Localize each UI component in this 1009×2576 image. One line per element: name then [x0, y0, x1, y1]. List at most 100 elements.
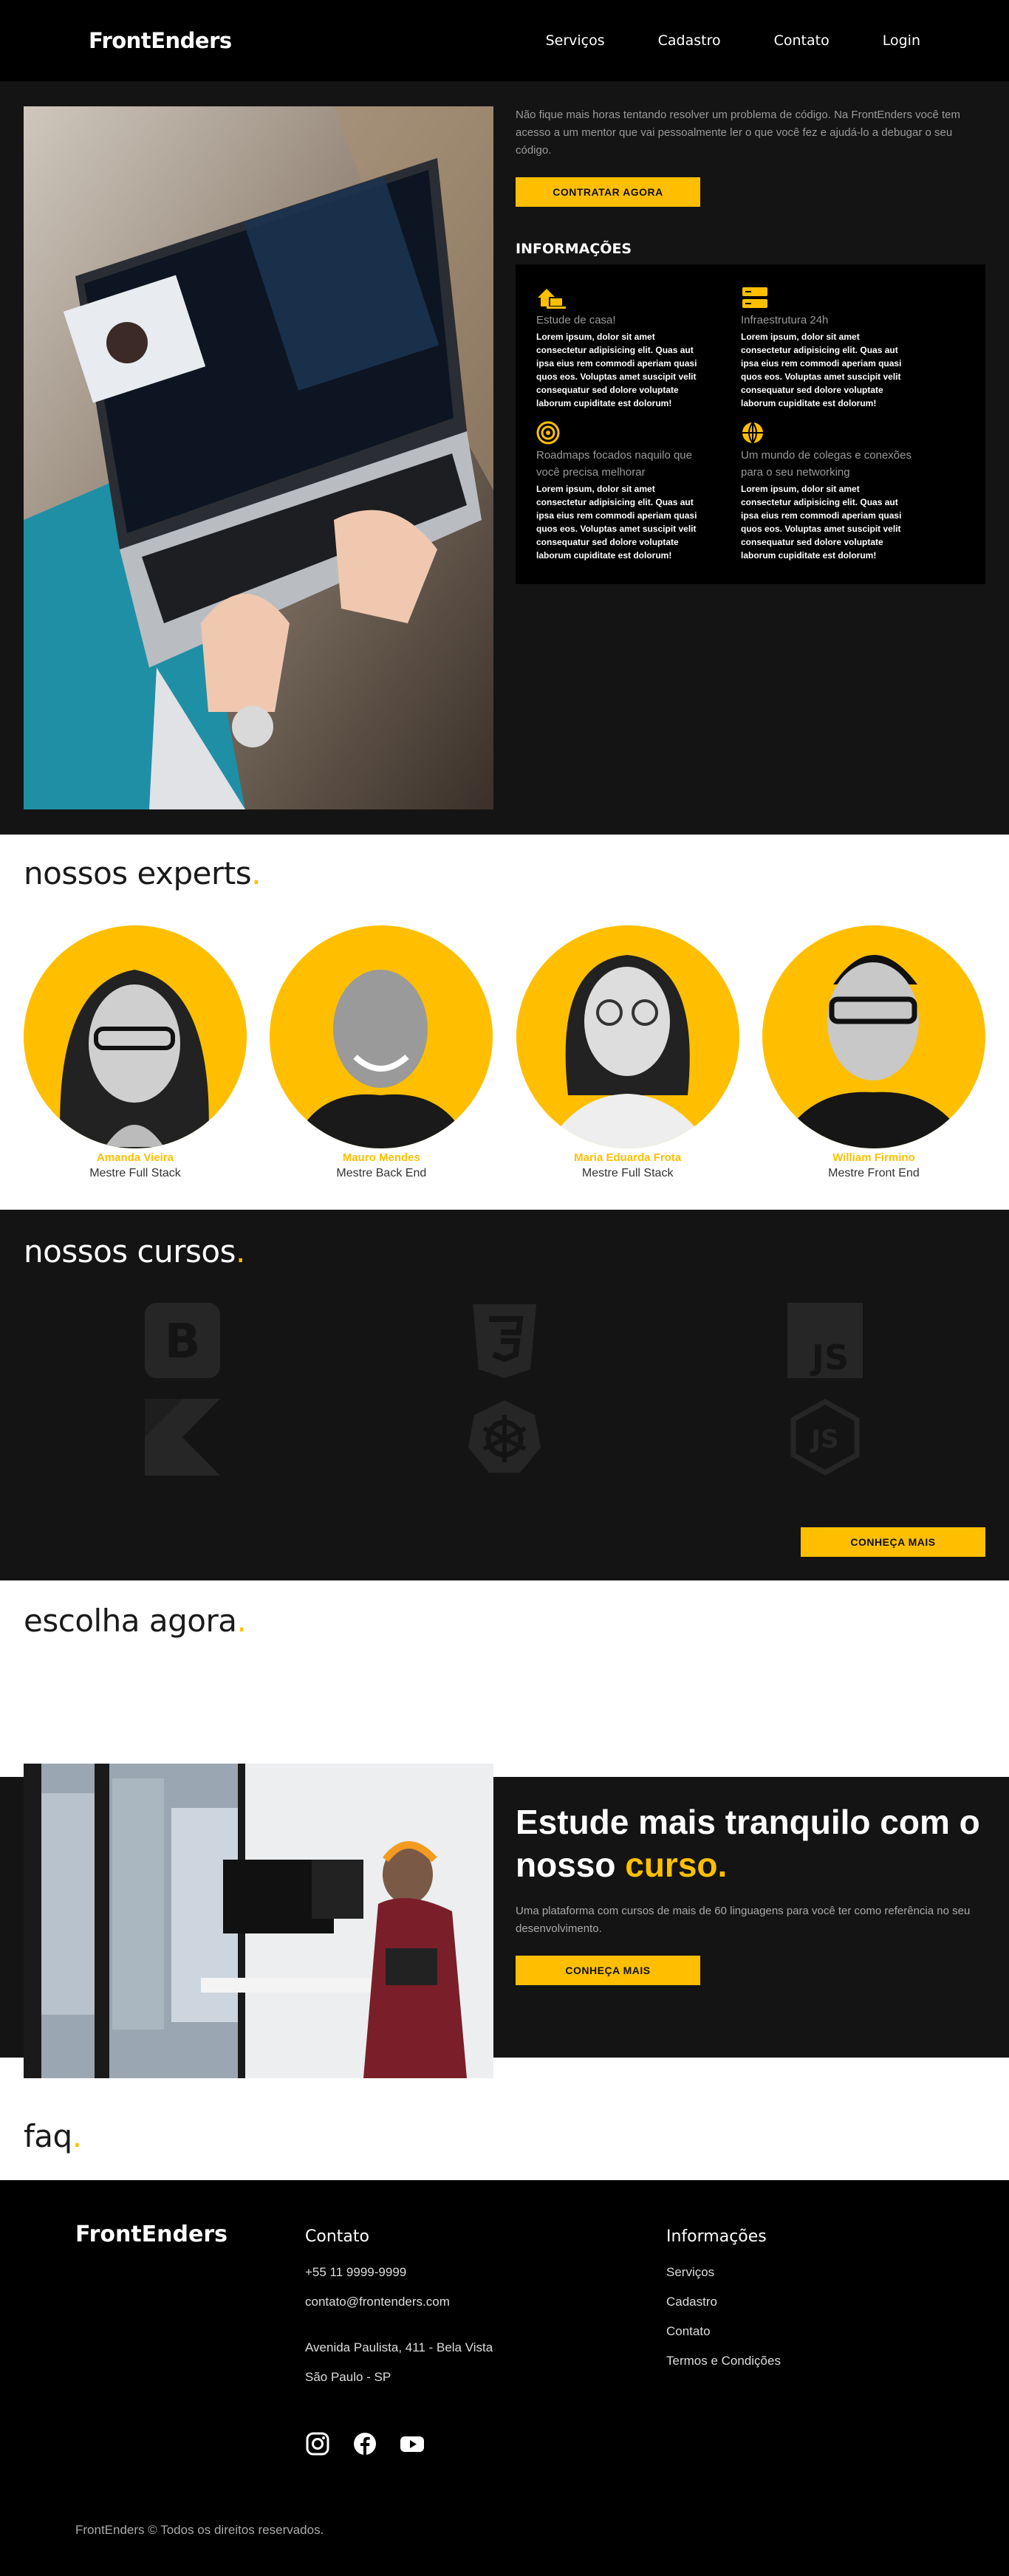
main-nav: Serviços Cadastro Contato Login: [546, 32, 920, 49]
courses-title-text: nossos cursos: [24, 1233, 236, 1270]
info-item-estude: Estude de casa! Lorem ipsum, dolor sit a…: [536, 285, 741, 410]
footer-contact-title: Contato: [305, 2227, 369, 2246]
study-title: Estude mais tranquilo com o nosso curso.: [516, 1801, 988, 1886]
conheca-mais-study-button[interactable]: CONHEÇA MAIS: [516, 1956, 700, 1985]
hero-laptop-photo: [24, 106, 493, 809]
expert-card[interactable]: William Firmino Mestre Front End: [762, 925, 985, 1180]
title-dot: .: [251, 855, 261, 891]
nodejs-icon[interactable]: JS: [787, 1398, 863, 1476]
info-item-desc: Lorem ipsum, dolor sit amet consectetur …: [741, 484, 902, 561]
expert-role: Mestre Back End: [336, 1167, 427, 1179]
experts-title-text: nossos experts: [24, 855, 252, 891]
study-title-highlight: curso.: [625, 1846, 728, 1884]
facebook-icon[interactable]: [352, 2431, 377, 2456]
footer-contact: Contato +55 11 9999-9999 contato@fronten…: [305, 2227, 493, 2399]
copyright-text: FrontEnders © Todos os direitos reservad…: [75, 2523, 324, 2537]
footer-address-line2: São Paulo - SP: [305, 2370, 391, 2384]
faq-title-text: faq: [24, 2118, 72, 2154]
target-icon: [536, 420, 566, 445]
nav-link-cadastro[interactable]: Cadastro: [658, 32, 721, 49]
info-item-desc: Lorem ipsum, dolor sit amet consectetur …: [536, 332, 697, 408]
expert-photo: [24, 925, 247, 1148]
courses-section: nossos cursos. B JS JS CONHEÇA MAIS: [0, 1210, 1009, 1580]
expert-card[interactable]: Amanda Vieira Mestre Full Stack: [24, 925, 247, 1180]
courses-title: nossos cursos.: [24, 1233, 985, 1270]
nav-link-contato[interactable]: Contato: [774, 32, 830, 49]
footer: FrontEnders Contato +55 11 9999-9999 con…: [0, 2180, 1009, 2576]
footer-brand[interactable]: FrontEnders: [75, 2222, 228, 2247]
faq-title: faq.: [24, 2118, 985, 2154]
bootstrap-icon[interactable]: B: [145, 1303, 220, 1380]
server-icon: [741, 285, 770, 310]
expert-name: Amanda Vieira: [97, 1151, 174, 1164]
expert-role: Mestre Full Stack: [581, 1167, 674, 1179]
svg-text:JS: JS: [810, 1425, 838, 1454]
info-item-desc: Lorem ipsum, dolor sit amet consectetur …: [741, 332, 902, 408]
experts-title: nossos experts.: [24, 855, 985, 891]
youtube-icon[interactable]: [400, 2431, 425, 2456]
hero-content: Não fique mais horas tentando resolver u…: [516, 106, 985, 835]
expert-role: Mestre Full Stack: [89, 1167, 181, 1179]
info-item-desc: Lorem ipsum, dolor sit amet consectetur …: [536, 484, 697, 561]
title-dot: .: [236, 1603, 247, 1639]
footer-link-servicos[interactable]: Serviços: [666, 2265, 781, 2280]
brand-logo[interactable]: FrontEnders: [89, 28, 232, 53]
home-laptop-icon: [536, 285, 566, 310]
nav-link-servicos[interactable]: Serviços: [546, 32, 605, 49]
footer-link-contato[interactable]: Contato: [666, 2324, 781, 2339]
escolha-title: escolha agora.: [24, 1603, 985, 1639]
expert-name: Maria Eduarda Frota: [574, 1151, 682, 1164]
experts-section: nossos experts. Amanda Vieira Mestre Ful…: [0, 835, 1009, 1210]
info-item-title: Um mundo de colegas e conexões para o se…: [741, 449, 911, 479]
experts-grid: Amanda Vieira Mestre Full Stack Mauro Me…: [24, 925, 985, 1180]
info-grid: Estude de casa! Lorem ipsum, dolor sit a…: [516, 264, 985, 584]
globe-icon: [741, 420, 770, 445]
css3-icon[interactable]: [467, 1303, 542, 1380]
hero-description: Não fique mais horas tentando resolver u…: [516, 109, 960, 157]
expert-name: William Firmino: [832, 1151, 915, 1164]
footer-phone[interactable]: +55 11 9999-9999: [305, 2265, 493, 2280]
title-dot: .: [72, 2118, 82, 2154]
expert-photo: [270, 925, 493, 1148]
info-item-roadmaps: Roadmaps focados naquilo que você precis…: [536, 420, 741, 562]
study-section: Estude mais tranquilo com o nosso curso.…: [0, 1764, 1009, 2078]
javascript-icon[interactable]: JS: [787, 1303, 863, 1380]
instagram-icon[interactable]: [305, 2431, 330, 2456]
footer-link-cadastro[interactable]: Cadastro: [666, 2295, 781, 2309]
info-title: INFORMAÇÕES: [516, 241, 632, 257]
title-dot: .: [235, 1233, 245, 1270]
faq-section: faq.: [0, 2078, 1009, 2180]
footer-info: Informações Serviços Cadastro Contato Te…: [666, 2227, 781, 2383]
footer-email[interactable]: contato@frontenders.com: [305, 2295, 493, 2309]
hero-section: Não fique mais horas tentando resolver u…: [0, 81, 1009, 835]
escolha-section: escolha agora.: [0, 1580, 1009, 1764]
kotlin-icon[interactable]: [145, 1399, 220, 1476]
expert-role: Mestre Front End: [828, 1167, 920, 1179]
study-office-photo: [24, 1764, 493, 2078]
info-item-title: Roadmaps focados naquilo que você precis…: [536, 449, 692, 479]
study-content: Estude mais tranquilo com o nosso curso.…: [516, 1801, 988, 1985]
escolha-title-text: escolha agora: [24, 1603, 237, 1639]
footer-info-title: Informações: [666, 2227, 767, 2246]
footer-address-line1: Avenida Paulista, 411 - Bela Vista: [305, 2340, 493, 2354]
nav-link-login[interactable]: Login: [883, 32, 920, 49]
conheca-mais-courses-button[interactable]: CONHEÇA MAIS: [801, 1527, 985, 1557]
svg-text:JS: JS: [810, 1337, 849, 1377]
svg-text:B: B: [165, 1315, 201, 1369]
expert-photo: [762, 925, 985, 1148]
footer-link-termos[interactable]: Termos e Condições: [666, 2354, 781, 2368]
study-description: Uma plataforma com cursos de mais de 60 …: [516, 1905, 971, 1935]
study-title-text: Estude mais tranquilo com o nosso: [516, 1803, 980, 1884]
kubernetes-icon[interactable]: [467, 1399, 542, 1476]
info-item-title: Estude de casa!: [536, 314, 616, 326]
info-item-title: Infraestrutura 24h: [741, 314, 829, 326]
expert-card[interactable]: Maria Eduarda Frota Mestre Full Stack: [516, 925, 739, 1180]
social-links: [305, 2431, 425, 2456]
expert-card[interactable]: Mauro Mendes Mestre Back End: [270, 925, 493, 1180]
info-item-infra: Infraestrutura 24h Lorem ipsum, dolor si…: [741, 285, 945, 410]
contratar-agora-button[interactable]: CONTRATAR AGORA: [516, 177, 700, 207]
info-item-networking: Um mundo de colegas e conexões para o se…: [741, 420, 945, 562]
expert-photo: [516, 925, 739, 1148]
top-navbar: FrontEnders Serviços Cadastro Contato Lo…: [0, 0, 1009, 81]
expert-name: Mauro Mendes: [342, 1151, 420, 1164]
